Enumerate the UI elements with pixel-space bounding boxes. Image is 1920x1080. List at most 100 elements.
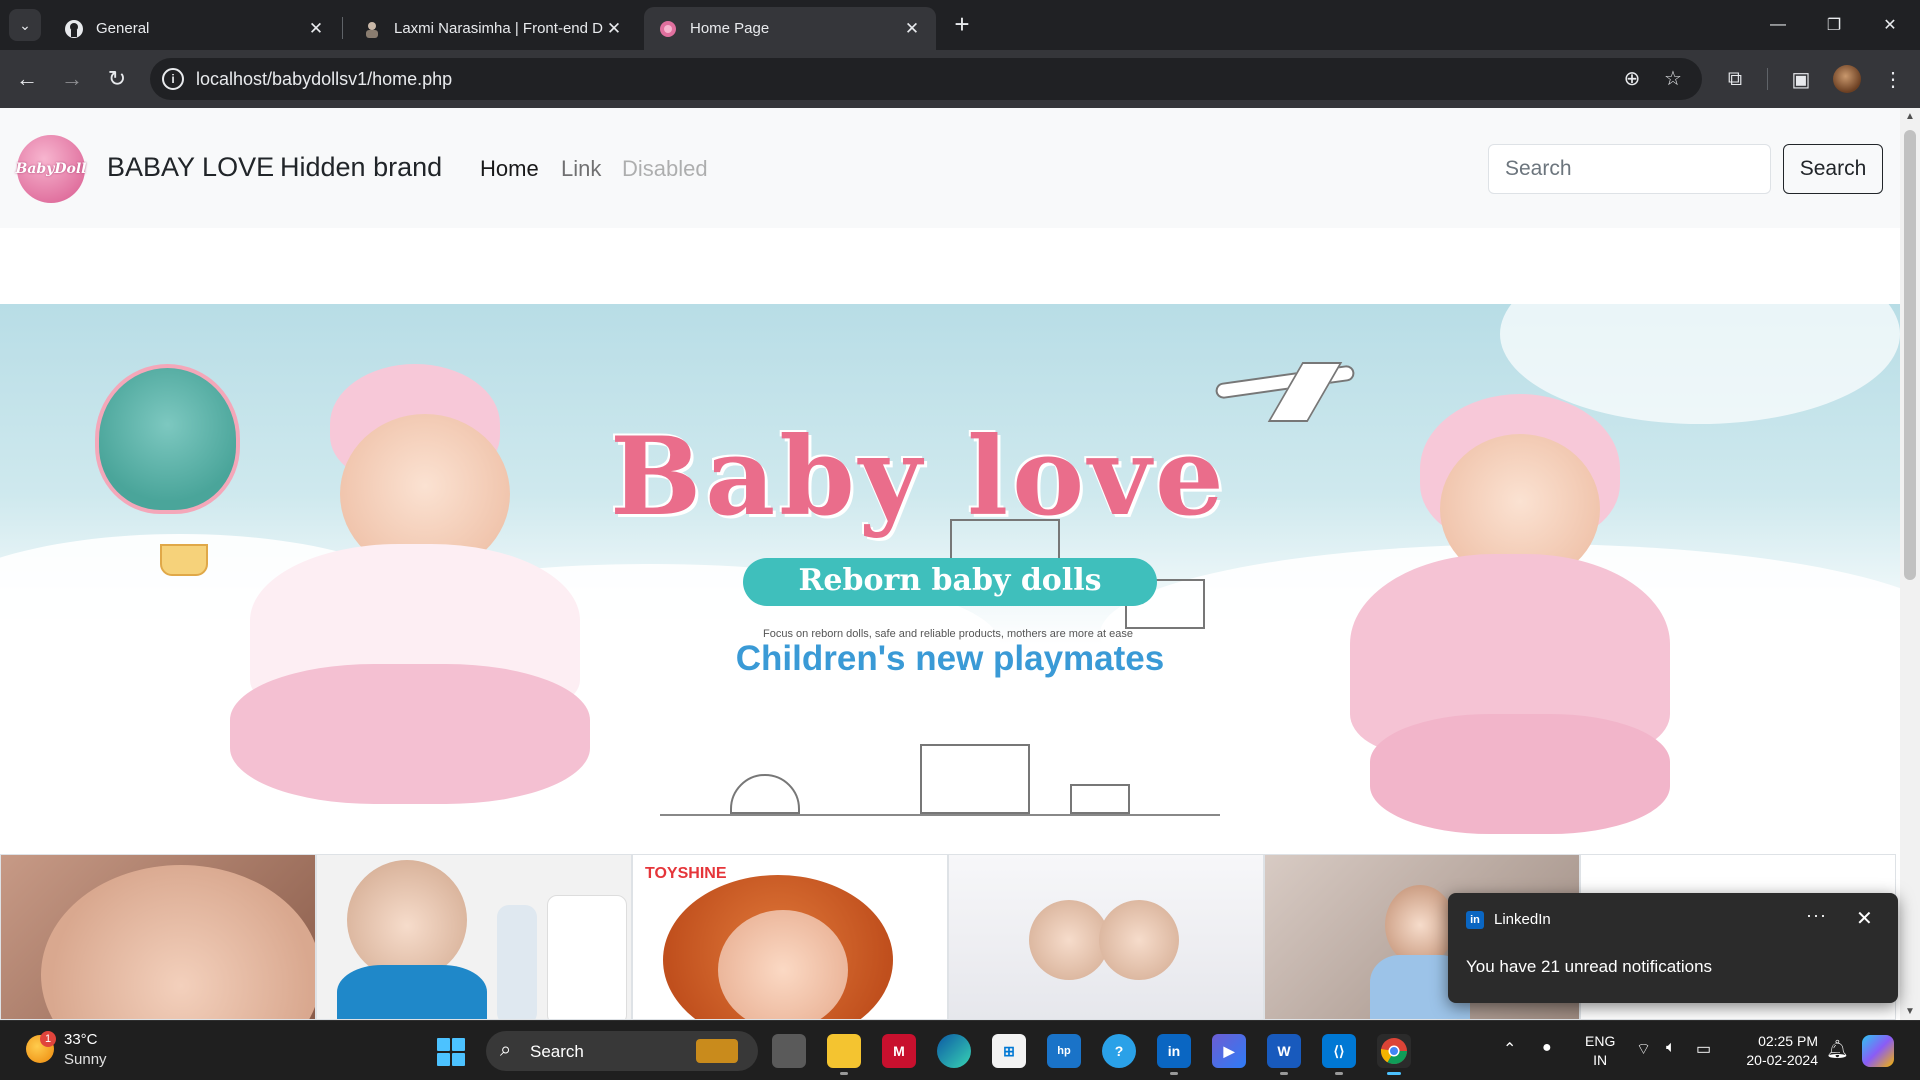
url-text: localhost/babydollsv1/home.php	[196, 69, 453, 89]
vscode-icon[interactable]: ⟨⟩	[1322, 1034, 1356, 1075]
zoom-icon[interactable]: ⊕	[1620, 67, 1644, 91]
tab-general[interactable]: General ✕	[50, 7, 340, 50]
wifi-icon[interactable]: ⌔	[1636, 1039, 1651, 1059]
hero-title: Baby love	[610, 414, 1228, 540]
copilot-icon[interactable]	[1862, 1035, 1894, 1067]
linkedin-notification[interactable]: in LinkedIn ··· ✕ You have 21 unread not…	[1448, 893, 1898, 1003]
clock-time: 02:25 PM	[1758, 1033, 1818, 1049]
windows-taskbar: 1 33°C Sunny ⌕ Search M ⊞ hp ? in ▶ W ⟨⟩…	[0, 1020, 1920, 1080]
profile-avatar[interactable]	[1833, 65, 1861, 93]
ground-line	[660, 814, 1220, 816]
battery-icon[interactable]: ▭	[1696, 1039, 1711, 1059]
toolbar-divider	[1767, 68, 1768, 90]
window-close-button[interactable]: ✕	[1862, 0, 1918, 50]
brand-primary[interactable]: BABAY LOVE	[107, 152, 274, 183]
weather-description[interactable]: Sunny	[64, 1051, 107, 1068]
tab-search-button[interactable]: ⌄	[9, 9, 41, 41]
address-bar[interactable]: i localhost/babydollsv1/home.php ⊕ ☆	[150, 58, 1702, 100]
linkedin-taskbar-icon[interactable]: in	[1157, 1034, 1191, 1075]
search-button[interactable]: Search	[1783, 144, 1883, 194]
babydoll-favicon-icon	[658, 19, 678, 39]
notification-app-name: LinkedIn	[1494, 911, 1551, 928]
toyshine-badge: TOYSHINE	[645, 865, 727, 882]
word-icon[interactable]: W	[1267, 1034, 1301, 1075]
tab-title: Laxmi Narasimha | Front-end D	[394, 20, 603, 37]
house-illustration	[1070, 784, 1130, 814]
nav-link-link[interactable]: Link	[561, 156, 601, 182]
language-indicator[interactable]: ENG IN	[1585, 1032, 1615, 1070]
page-viewport: BabyDoll BABAY LOVE Hidden brand Home Li…	[0, 108, 1920, 1020]
volume-icon[interactable]: 🔈︎	[1666, 1039, 1676, 1057]
tab-title: General	[96, 20, 150, 37]
scroll-up-arrow-icon[interactable]: ▲	[1900, 108, 1920, 125]
defender-status-icon[interactable]: ●	[1542, 1039, 1552, 1057]
browser-toolbar: ← → ↻ i localhost/babydollsv1/home.php ⊕…	[0, 50, 1920, 108]
nav-link-home[interactable]: Home	[480, 156, 539, 182]
more-options-icon[interactable]: ···	[1806, 905, 1827, 926]
myhp-icon[interactable]: hp	[1047, 1034, 1081, 1068]
menu-kebab-icon[interactable]: ⋮	[1876, 62, 1910, 96]
close-icon[interactable]: ✕	[306, 19, 326, 39]
reload-button[interactable]: ↻	[100, 62, 134, 96]
system-clock[interactable]: 02:25 PM 20-02-2024	[1734, 1032, 1818, 1070]
house-illustration	[920, 744, 1030, 814]
close-icon[interactable]: ✕	[902, 19, 922, 39]
taskbar-search-label: Search	[530, 1042, 584, 1061]
thumbnail-twin-dolls[interactable]	[948, 854, 1264, 1020]
new-tab-button[interactable]: +	[948, 11, 976, 39]
thumbnail-boy-doll-with-bottle[interactable]	[316, 854, 632, 1020]
site-navbar: BabyDoll BABAY LOVE Hidden brand Home Li…	[0, 108, 1900, 228]
left-doll-image	[190, 344, 630, 844]
side-panel-icon[interactable]: ▣	[1784, 62, 1818, 96]
weather-badge: 1	[40, 1031, 56, 1047]
browser-tab-strip: ⌄ General ✕ Laxmi Narasimha | Front-end …	[0, 0, 1920, 50]
tab-home-page[interactable]: Home Page ✕	[644, 7, 936, 50]
arrow-right-icon: →	[61, 66, 83, 91]
restore-button[interactable]: ❐	[1806, 0, 1862, 50]
extensions-icon[interactable]: ⧉	[1718, 62, 1752, 96]
nav-link-disabled: Disabled	[622, 156, 708, 181]
get-help-icon[interactable]: ?	[1102, 1034, 1136, 1068]
thumbnail-doll-closeup[interactable]	[0, 854, 316, 1020]
site-info-icon[interactable]: i	[162, 68, 184, 90]
windows-start-icon[interactable]	[437, 1038, 465, 1066]
carousel-next-button[interactable]: ›	[952, 644, 992, 704]
microsoft-store-icon[interactable]: ⊞	[992, 1034, 1026, 1068]
search-input[interactable]	[1488, 144, 1771, 194]
search-icon: ⌕	[500, 1039, 512, 1061]
linkedin-icon: in	[1466, 911, 1484, 929]
bookmark-star-icon[interactable]: ☆	[1661, 67, 1685, 91]
chevron-up-icon[interactable]: ⌃	[1503, 1039, 1516, 1059]
hero-subtitle: Children's new playmates	[735, 639, 1165, 678]
scrollbar-thumb[interactable]	[1904, 130, 1916, 580]
taskbar-search-box[interactable]: ⌕ Search	[486, 1031, 758, 1071]
edge-icon[interactable]	[937, 1034, 971, 1068]
page-scrollbar[interactable]: ▲ ▼	[1900, 108, 1920, 1020]
close-icon[interactable]: ✕	[1856, 906, 1873, 931]
close-icon[interactable]: ✕	[604, 19, 624, 39]
arrow-left-icon: ←	[16, 66, 38, 91]
notification-message: You have 21 unread notifications	[1466, 957, 1713, 976]
tab-divider	[342, 17, 343, 39]
media-player-icon[interactable]: ▶	[1212, 1034, 1246, 1068]
task-view-icon[interactable]	[772, 1034, 806, 1068]
tab-laxmi-narasimha[interactable]: Laxmi Narasimha | Front-end D ✕	[348, 7, 638, 50]
site-logo[interactable]: BabyDoll	[16, 135, 86, 203]
back-button[interactable]: ←	[10, 62, 44, 96]
minimize-button[interactable]: —	[1750, 0, 1806, 50]
weather-temperature[interactable]: 33°C	[64, 1031, 98, 1048]
github-icon	[64, 19, 84, 39]
language-code: ENG	[1585, 1033, 1616, 1049]
profile-favicon-icon	[362, 19, 382, 39]
scroll-down-arrow-icon[interactable]: ▼	[1900, 1003, 1920, 1020]
thumbnail-toyshine-redhead-doll[interactable]: TOYSHINE	[632, 854, 948, 1020]
notification-bell-icon[interactable]: 🔔︎	[1826, 1039, 1849, 1060]
forward-button[interactable]: →	[55, 62, 89, 96]
hero-ribbon-text: Reborn baby dolls	[798, 563, 1102, 598]
carousel-prev-button[interactable]: ‹	[122, 644, 162, 704]
file-explorer-icon[interactable]	[827, 1034, 861, 1075]
chrome-icon[interactable]	[1377, 1034, 1411, 1075]
mcafee-icon[interactable]: M	[882, 1034, 916, 1068]
chevron-down-icon: ⌄	[19, 16, 31, 33]
brand-secondary[interactable]: Hidden brand	[280, 152, 442, 183]
